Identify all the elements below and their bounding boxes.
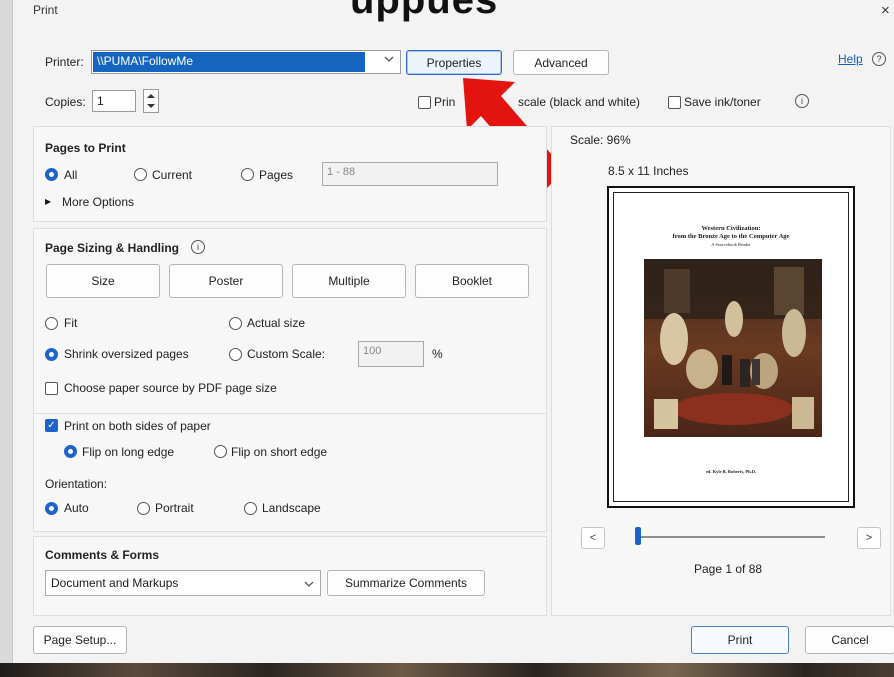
triangle-right-icon[interactable]: ▶ [45,197,51,206]
page-indicator: Page 1 of 88 [694,562,763,576]
print-button[interactable]: Print [691,626,789,654]
dialog-title: Print [33,3,58,17]
orientation-auto-label: Auto [64,501,89,515]
page-slider-track[interactable] [635,536,825,538]
stepper-arrows-icon [147,94,155,108]
previous-page-button[interactable]: < [581,527,605,549]
printer-select[interactable]: \\PUMA\FollowMe [91,50,401,74]
orientation-auto-radio[interactable] [45,502,58,515]
page-preview-inner: Western Civilization: from the Bronze Ag… [613,192,849,502]
cover-painting-image [644,259,822,437]
paper-source-checkbox[interactable] [45,382,58,395]
cancel-button[interactable]: Cancel [805,626,894,654]
tab-size[interactable]: Size [46,264,160,298]
chevron-down-icon [384,54,394,67]
tab-multiple[interactable]: Multiple [292,264,406,298]
copies-value: 1 [97,94,104,108]
save-ink-label: Save ink/toner [684,95,761,109]
copies-label: Copies: [45,95,86,109]
next-page-button[interactable]: > [857,527,881,549]
page-slider-thumb[interactable] [635,527,641,545]
fit-label: Fit [64,316,78,330]
shrink-label: Shrink oversized pages [64,347,189,361]
save-ink-checkbox[interactable] [668,96,681,109]
orientation-landscape-radio[interactable] [244,502,257,515]
current-page-label: Current [152,168,193,182]
pages-range-radio[interactable] [241,168,254,181]
grayscale-checkbox[interactable] [418,96,431,109]
page-sizing-title: Page Sizing & Handling [45,241,180,255]
help-link[interactable]: Help [838,52,863,66]
flip-short-label: Flip on short edge [231,445,328,459]
close-icon[interactable]: × [881,2,890,19]
pages-range-input[interactable]: 1 - 88 [322,162,498,186]
page-preview: Western Civilization: from the Bronze Ag… [607,186,855,508]
chevron-down-icon [304,578,314,592]
tab-poster[interactable]: Poster [169,264,283,298]
info-icon[interactable]: i [795,94,809,108]
background-strip-left [0,0,12,677]
actual-size-label: Actual size [247,316,306,330]
current-page-radio[interactable] [134,168,147,181]
copies-stepper[interactable] [143,89,159,113]
pages-to-print-title: Pages to Print [45,141,126,155]
comments-forms-value: Document and Markups [51,576,179,590]
page-setup-button[interactable]: Page Setup... [33,626,127,654]
print-dialog: Print × Printer: \\PUMA\FollowMe Propert… [12,0,894,663]
copies-input[interactable]: 1 [92,90,136,112]
comments-forms-title: Comments & Forms [45,548,160,562]
orientation-portrait-label: Portrait [155,501,194,515]
more-options-toggle[interactable]: More Options [62,195,134,209]
orientation-landscape-label: Landscape [262,501,321,515]
comments-forms-select[interactable]: Document and Markups [45,570,321,596]
flip-short-radio[interactable] [214,445,227,458]
fit-radio[interactable] [45,317,58,330]
custom-scale-input[interactable]: 100 [358,341,424,367]
paper-source-label: Choose paper source by PDF page size [64,381,277,395]
document-author: ed. Kyle B. Roberts, Ph.D. [705,469,757,474]
background-image-strip [0,663,894,677]
tab-booklet[interactable]: Booklet [415,264,529,298]
paper-size-label: 8.5 x 11 Inches [608,164,689,178]
percent-sign: % [432,347,443,361]
printer-label: Printer: [45,55,84,69]
orientation-portrait-radio[interactable] [137,502,150,515]
flip-long-radio[interactable] [64,445,77,458]
custom-scale-radio[interactable] [229,348,242,361]
background-title-text: uppues [350,0,499,22]
printer-value: \\PUMA\FollowMe [93,52,365,72]
document-title: Western Civilization: from the Bronze Ag… [672,225,790,247]
actual-size-radio[interactable] [229,317,242,330]
pages-range-label: Pages [259,168,294,182]
print-both-sides-label: Print on both sides of paper [64,419,211,433]
flip-long-label: Flip on long edge [82,445,175,459]
info-icon[interactable]: i [191,240,205,254]
orientation-label: Orientation: [45,477,108,491]
print-both-sides-checkbox[interactable]: ✓ [45,419,58,432]
all-pages-label: All [64,168,78,182]
scale-label: Scale: 96% [570,133,631,147]
summarize-comments-button[interactable]: Summarize Comments [327,570,485,596]
help-icon[interactable]: ? [872,52,886,66]
all-pages-radio[interactable] [45,168,58,181]
shrink-radio[interactable] [45,348,58,361]
custom-scale-label: Custom Scale: [247,347,326,361]
